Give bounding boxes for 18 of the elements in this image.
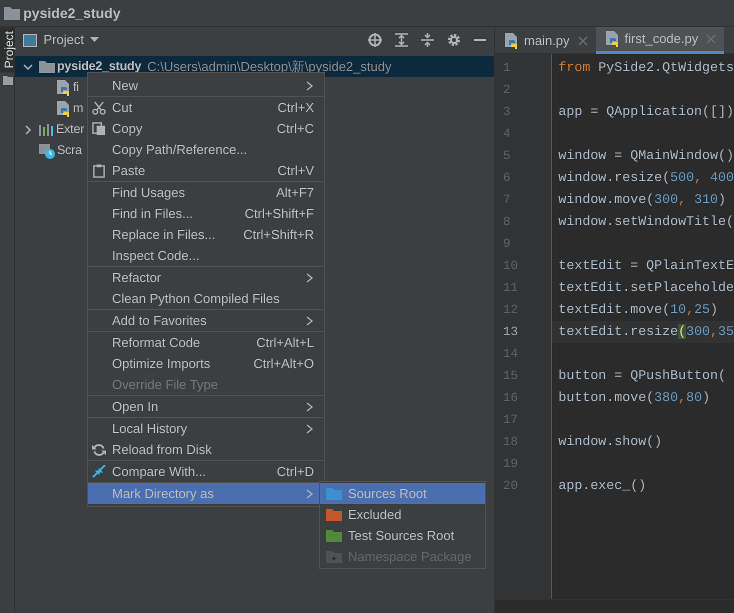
code-line: textEdit.setPlaceholde bbox=[558, 280, 734, 296]
code-line: textEdit.move(10,25) bbox=[558, 302, 718, 318]
code-line: textEdit.resize(300,35 bbox=[558, 324, 734, 340]
code-line: button.move(380,80) bbox=[558, 390, 710, 406]
code-line: window.show() bbox=[558, 434, 662, 450]
path-label: C:\Users\admin\Desktop\新\pyside2_study bbox=[147, 58, 392, 76]
code-line: window = QMainWindow() bbox=[558, 148, 734, 164]
code-line: button = QPushButton( bbox=[558, 368, 726, 384]
code-line: app.exec_() bbox=[558, 478, 646, 494]
line-number: 13 bbox=[502, 324, 520, 342]
window-title: pyside2_study bbox=[23, 4, 121, 23]
code-line: app = QApplication([]) bbox=[558, 104, 734, 120]
panel-title: Project bbox=[44, 31, 84, 50]
code-line: textEdit = QPlainTextE bbox=[558, 258, 734, 274]
code-line: window.resize(500, 400 bbox=[558, 170, 734, 186]
code-line: window.move(300, 310) bbox=[558, 192, 726, 208]
code-line: from PySide2.QtWidgets bbox=[558, 60, 734, 76]
code-line: window.setWindowTitle( bbox=[558, 214, 734, 230]
